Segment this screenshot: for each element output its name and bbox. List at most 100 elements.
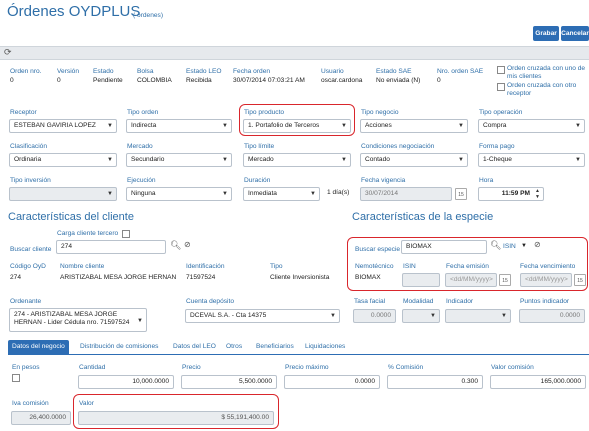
precio-input[interactable]: 5,500.0000 (181, 375, 277, 389)
duracion-label: Duración (244, 177, 271, 184)
cruzada-mis-clientes-checkbox[interactable] (497, 66, 505, 74)
codigo-oyd-label: Código OyD (10, 263, 46, 270)
cruzada-otro-receptor-checkbox[interactable] (497, 83, 505, 91)
tab-datos-negocio[interactable]: Datos del negocio (8, 340, 69, 354)
estado-sae-value: No enviada (N) (376, 77, 421, 84)
tab-otros[interactable]: Otros (222, 340, 246, 354)
fecha-vigencia-field[interactable]: 30/07/2014 (360, 187, 452, 201)
tipo-cliente-value: Cliente Inversionista (270, 274, 330, 281)
tipo-inversion-label: Tipo inversión (10, 177, 51, 184)
tipo-operacion-label: Tipo operación (479, 109, 523, 116)
search-icon[interactable]: 🔍︎ (170, 240, 181, 251)
fecha-vencimiento-label: Fecha vencimiento (520, 263, 576, 270)
identificacion-value: 71597524 (186, 274, 216, 281)
orden-nro-value: 0 (10, 77, 14, 84)
clasificacion-select[interactable]: Ordinaria ▼ (9, 153, 117, 167)
fecha-emision-field[interactable]: <dd/MM/yyyy> (445, 273, 497, 287)
modalidad-label: Modalidad (403, 298, 434, 305)
hora-field[interactable]: 11:59 PM ▲ ▼ (478, 187, 544, 201)
en-pesos-label: En pesos (12, 364, 40, 371)
clear-filter-icon[interactable]: ⊘ (534, 240, 541, 249)
estado-label: Estado (93, 68, 114, 75)
fecha-vigencia-calendar-icon[interactable]: 15 (455, 188, 467, 200)
mercado-select[interactable]: Secundario ▼ (126, 153, 232, 167)
estado-value: Pendiente (93, 77, 123, 84)
tab-liquidaciones[interactable]: Liquidaciones (301, 340, 349, 354)
clasificacion-label: Clasificación (10, 143, 48, 150)
ordenante-label: Ordenante (10, 298, 42, 305)
fecha-vencimiento-field[interactable]: <dd/MM/yyyy> (520, 273, 572, 287)
receptor-select[interactable]: ESTEBAN GAVIRIA LOPEZ ▼ (9, 119, 117, 133)
tipo-orden-select[interactable]: Indirecta ▼ (126, 119, 232, 133)
condiciones-select[interactable]: Contado ▼ (360, 153, 468, 167)
buscar-especie-input[interactable]: BIOMAX (401, 240, 487, 254)
cuenta-deposito-select[interactable]: DCEVAL S.A. - Cta 14375 ▼ (185, 309, 340, 323)
puntos-indicador-label: Puntos indicador (520, 298, 570, 305)
refresh-icon[interactable]: ⟳ (4, 47, 12, 58)
orden-nro-label: Orden nro. (10, 68, 42, 75)
version-value: 0 (57, 77, 61, 84)
cuenta-deposito-label: Cuenta depósito (186, 298, 235, 305)
duracion-select[interactable]: Inmediata ▼ (243, 187, 320, 201)
fecha-emision-calendar-icon[interactable]: 15 (499, 274, 511, 286)
tipo-negocio-select[interactable]: Acciones ▼ (360, 119, 468, 133)
tasa-facial-field: 0.0000 (353, 309, 396, 323)
nombre-cliente-value: ARISTIZABAL MESA JORGE HERNAN (60, 274, 177, 281)
tipo-negocio-label: Tipo negocio (361, 109, 399, 116)
buscar-cliente-label: Buscar cliente (10, 246, 52, 253)
puntos-indicador-field: 0.0000 (519, 309, 585, 323)
ejecucion-label: Ejecución (127, 177, 156, 184)
ejecucion-select[interactable]: Ninguna ▼ (126, 187, 232, 201)
valor-comision-input[interactable]: 165,000.0000 (490, 375, 586, 389)
precio-maximo-label: Precio máximo (285, 364, 329, 371)
fecha-orden-value: 30/07/2014 07:03:21 AM (233, 77, 305, 84)
comision-pct-label: % Comisión (388, 364, 424, 371)
forma-pago-label: Forma pago (479, 143, 515, 150)
iva-comision-label: Iva comisión (12, 400, 49, 407)
en-pesos-checkbox[interactable] (12, 374, 20, 382)
nemotecnico-value: BIOMAX (355, 274, 381, 281)
precio-maximo-input[interactable]: 0.0000 (284, 375, 380, 389)
tasa-facial-label: Tasa facial (354, 298, 386, 305)
ordenante-select[interactable]: 274 - ARISTIZABAL MESA JORGE HERNAN - Li… (9, 308, 147, 332)
isin-toggle-label[interactable]: ISIN (503, 243, 516, 250)
buscar-cliente-input[interactable]: 274 (56, 240, 166, 254)
hora-label: Hora (479, 177, 494, 184)
carga-cliente-tercero-checkbox[interactable] (122, 230, 130, 238)
valor-comision-label: Valor comisión (491, 364, 534, 371)
nro-orden-sae-value: 0 (437, 77, 441, 84)
codigo-oyd-value: 274 (10, 274, 22, 281)
indicador-label: Indicador (446, 298, 474, 305)
nemotecnico-label: Nemotécnico (355, 263, 394, 270)
receptor-label: Receptor (10, 109, 37, 116)
fecha-vencimiento-calendar-icon[interactable]: 15 (574, 274, 586, 286)
grabar-button[interactable]: Grabar (533, 26, 559, 41)
tab-datos-leo[interactable]: Datos del LEO (169, 340, 220, 354)
tipo-limite-select[interactable]: Mercado ▼ (243, 153, 351, 167)
valor-label: Valor (79, 400, 94, 407)
iva-comision-field: 26,400.0000 (11, 411, 71, 425)
fecha-emision-label: Fecha emisión (446, 263, 489, 270)
page-title: Órdenes OYDPLUS (7, 3, 141, 20)
tipo-limite-label: Tipo límite (244, 143, 275, 150)
modalidad-select[interactable]: ▼ (402, 309, 440, 323)
comision-pct-input[interactable]: 0.300 (387, 375, 483, 389)
tipo-orden-label: Tipo orden (127, 109, 159, 116)
search-icon[interactable]: 🔍︎ (490, 240, 501, 251)
isin-label: ISIN (403, 263, 416, 270)
precio-label: Precio (182, 364, 201, 371)
cancelar-button[interactable]: Cancelar (561, 26, 589, 41)
tipo-inversion-select[interactable]: ▼ (9, 187, 117, 201)
page-subtitle: ( órdenes) (133, 12, 164, 19)
tab-distribucion-comisiones[interactable]: Distribución de comisiones (76, 340, 162, 354)
tab-strip (8, 354, 589, 355)
clear-filter-icon[interactable]: ⊘ (184, 240, 191, 249)
cantidad-input[interactable]: 10,000.0000 (78, 375, 174, 389)
tipo-cliente-label: Tipo (270, 263, 283, 270)
tipo-operacion-select[interactable]: Compra ▼ (478, 119, 585, 133)
forma-pago-select[interactable]: 1-Cheque ▼ (478, 153, 585, 167)
indicador-select[interactable]: ▼ (445, 309, 511, 323)
tab-beneficiarios[interactable]: Beneficiarios (252, 340, 298, 354)
chevron-down-icon[interactable]: ▼ (521, 243, 527, 249)
cantidad-label: Cantidad (79, 364, 106, 371)
